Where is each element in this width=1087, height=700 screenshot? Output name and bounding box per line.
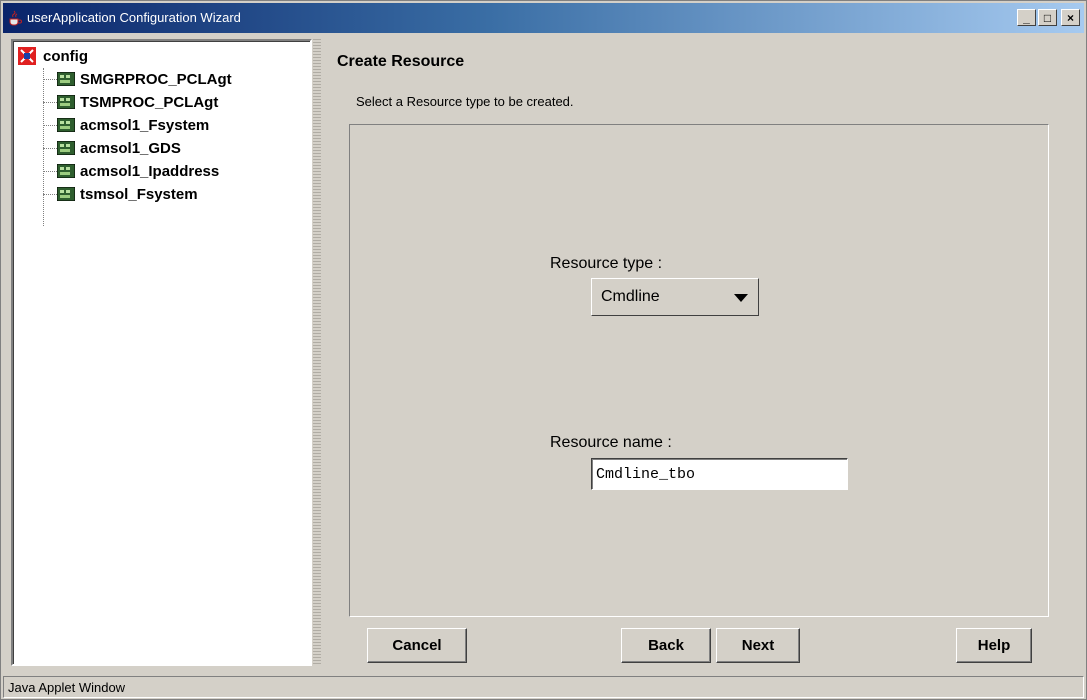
resource-icon [57, 95, 75, 109]
page-title: Create Resource [337, 53, 465, 70]
pane-splitter[interactable] [313, 39, 321, 666]
tree-item[interactable]: acmsol1_Fsystem [57, 114, 209, 136]
tree-root-label: config [43, 47, 88, 65]
tree-connector [43, 68, 44, 226]
tree-item-label: tsmsol_Fsystem [80, 185, 198, 203]
resource-icon [57, 141, 75, 155]
status-text: Java Applet Window [8, 680, 126, 695]
resource-icon [57, 187, 75, 201]
resource-icon [57, 118, 75, 132]
tree-item[interactable]: acmsol1_GDS [57, 137, 181, 159]
tree-item[interactable]: tsmsol_Fsystem [57, 183, 198, 205]
minimize-icon: _ [1023, 10, 1030, 25]
resource-name-input[interactable]: Cmdline_tbo [591, 458, 848, 490]
tree-item-label: acmsol1_Fsystem [80, 116, 210, 134]
instruction-text: Select a Resource type to be created. [356, 94, 574, 109]
tree-item-label: acmsol1_Ipaddress [80, 162, 220, 180]
config-icon [18, 47, 36, 65]
resource-name-label: Resource name : [550, 434, 672, 451]
next-button[interactable]: Next [716, 628, 800, 663]
tree-item-label: acmsol1_GDS [80, 139, 181, 157]
maximize-icon: □ [1043, 10, 1052, 25]
tree-item-label: SMGRPROC_PCLAgt [80, 70, 232, 88]
title-bar[interactable]: userApplication Configuration Wizard _ □… [3, 3, 1084, 33]
help-button[interactable]: Help [956, 628, 1032, 663]
close-icon: × [1066, 10, 1074, 25]
tree-connector [43, 194, 57, 195]
tree-item[interactable]: SMGRPROC_PCLAgt [57, 68, 232, 90]
resource-tree[interactable]: config SMGRPROC_PCLAgt TSMPROC_PCLAgt ac… [11, 39, 312, 666]
minimize-button[interactable]: _ [1017, 9, 1036, 26]
chevron-down-icon [734, 294, 748, 302]
java-coffee-icon [9, 10, 22, 26]
tree-connector [43, 171, 57, 172]
tree-connector [43, 125, 57, 126]
resource-type-label: Resource type : [550, 255, 663, 272]
resource-name-value: Cmdline_tbo [596, 466, 696, 483]
back-button[interactable]: Back [621, 628, 711, 663]
tree-connector [43, 79, 57, 80]
resource-icon [57, 72, 75, 86]
status-bar: Java Applet Window [3, 676, 1084, 698]
tree-item-label: TSMPROC_PCLAgt [80, 93, 219, 111]
form-panel [349, 124, 1049, 617]
cancel-button[interactable]: Cancel [367, 628, 467, 663]
close-button[interactable]: × [1061, 9, 1080, 26]
tree-connector [43, 148, 57, 149]
tree-item[interactable]: TSMPROC_PCLAgt [57, 91, 218, 113]
tree-root-config[interactable]: config [17, 45, 88, 67]
window-title: userApplication Configuration Wizard [27, 10, 241, 25]
resource-type-value: Cmdline [601, 288, 660, 305]
maximize-button[interactable]: □ [1038, 9, 1057, 26]
window-controls: _ □ × [1017, 9, 1080, 26]
tree-item[interactable]: acmsol1_Ipaddress [57, 160, 219, 182]
tree-connector [43, 102, 57, 103]
resource-icon [57, 164, 75, 178]
app-window: userApplication Configuration Wizard _ □… [0, 0, 1087, 700]
resource-type-select[interactable]: Cmdline [591, 278, 759, 316]
